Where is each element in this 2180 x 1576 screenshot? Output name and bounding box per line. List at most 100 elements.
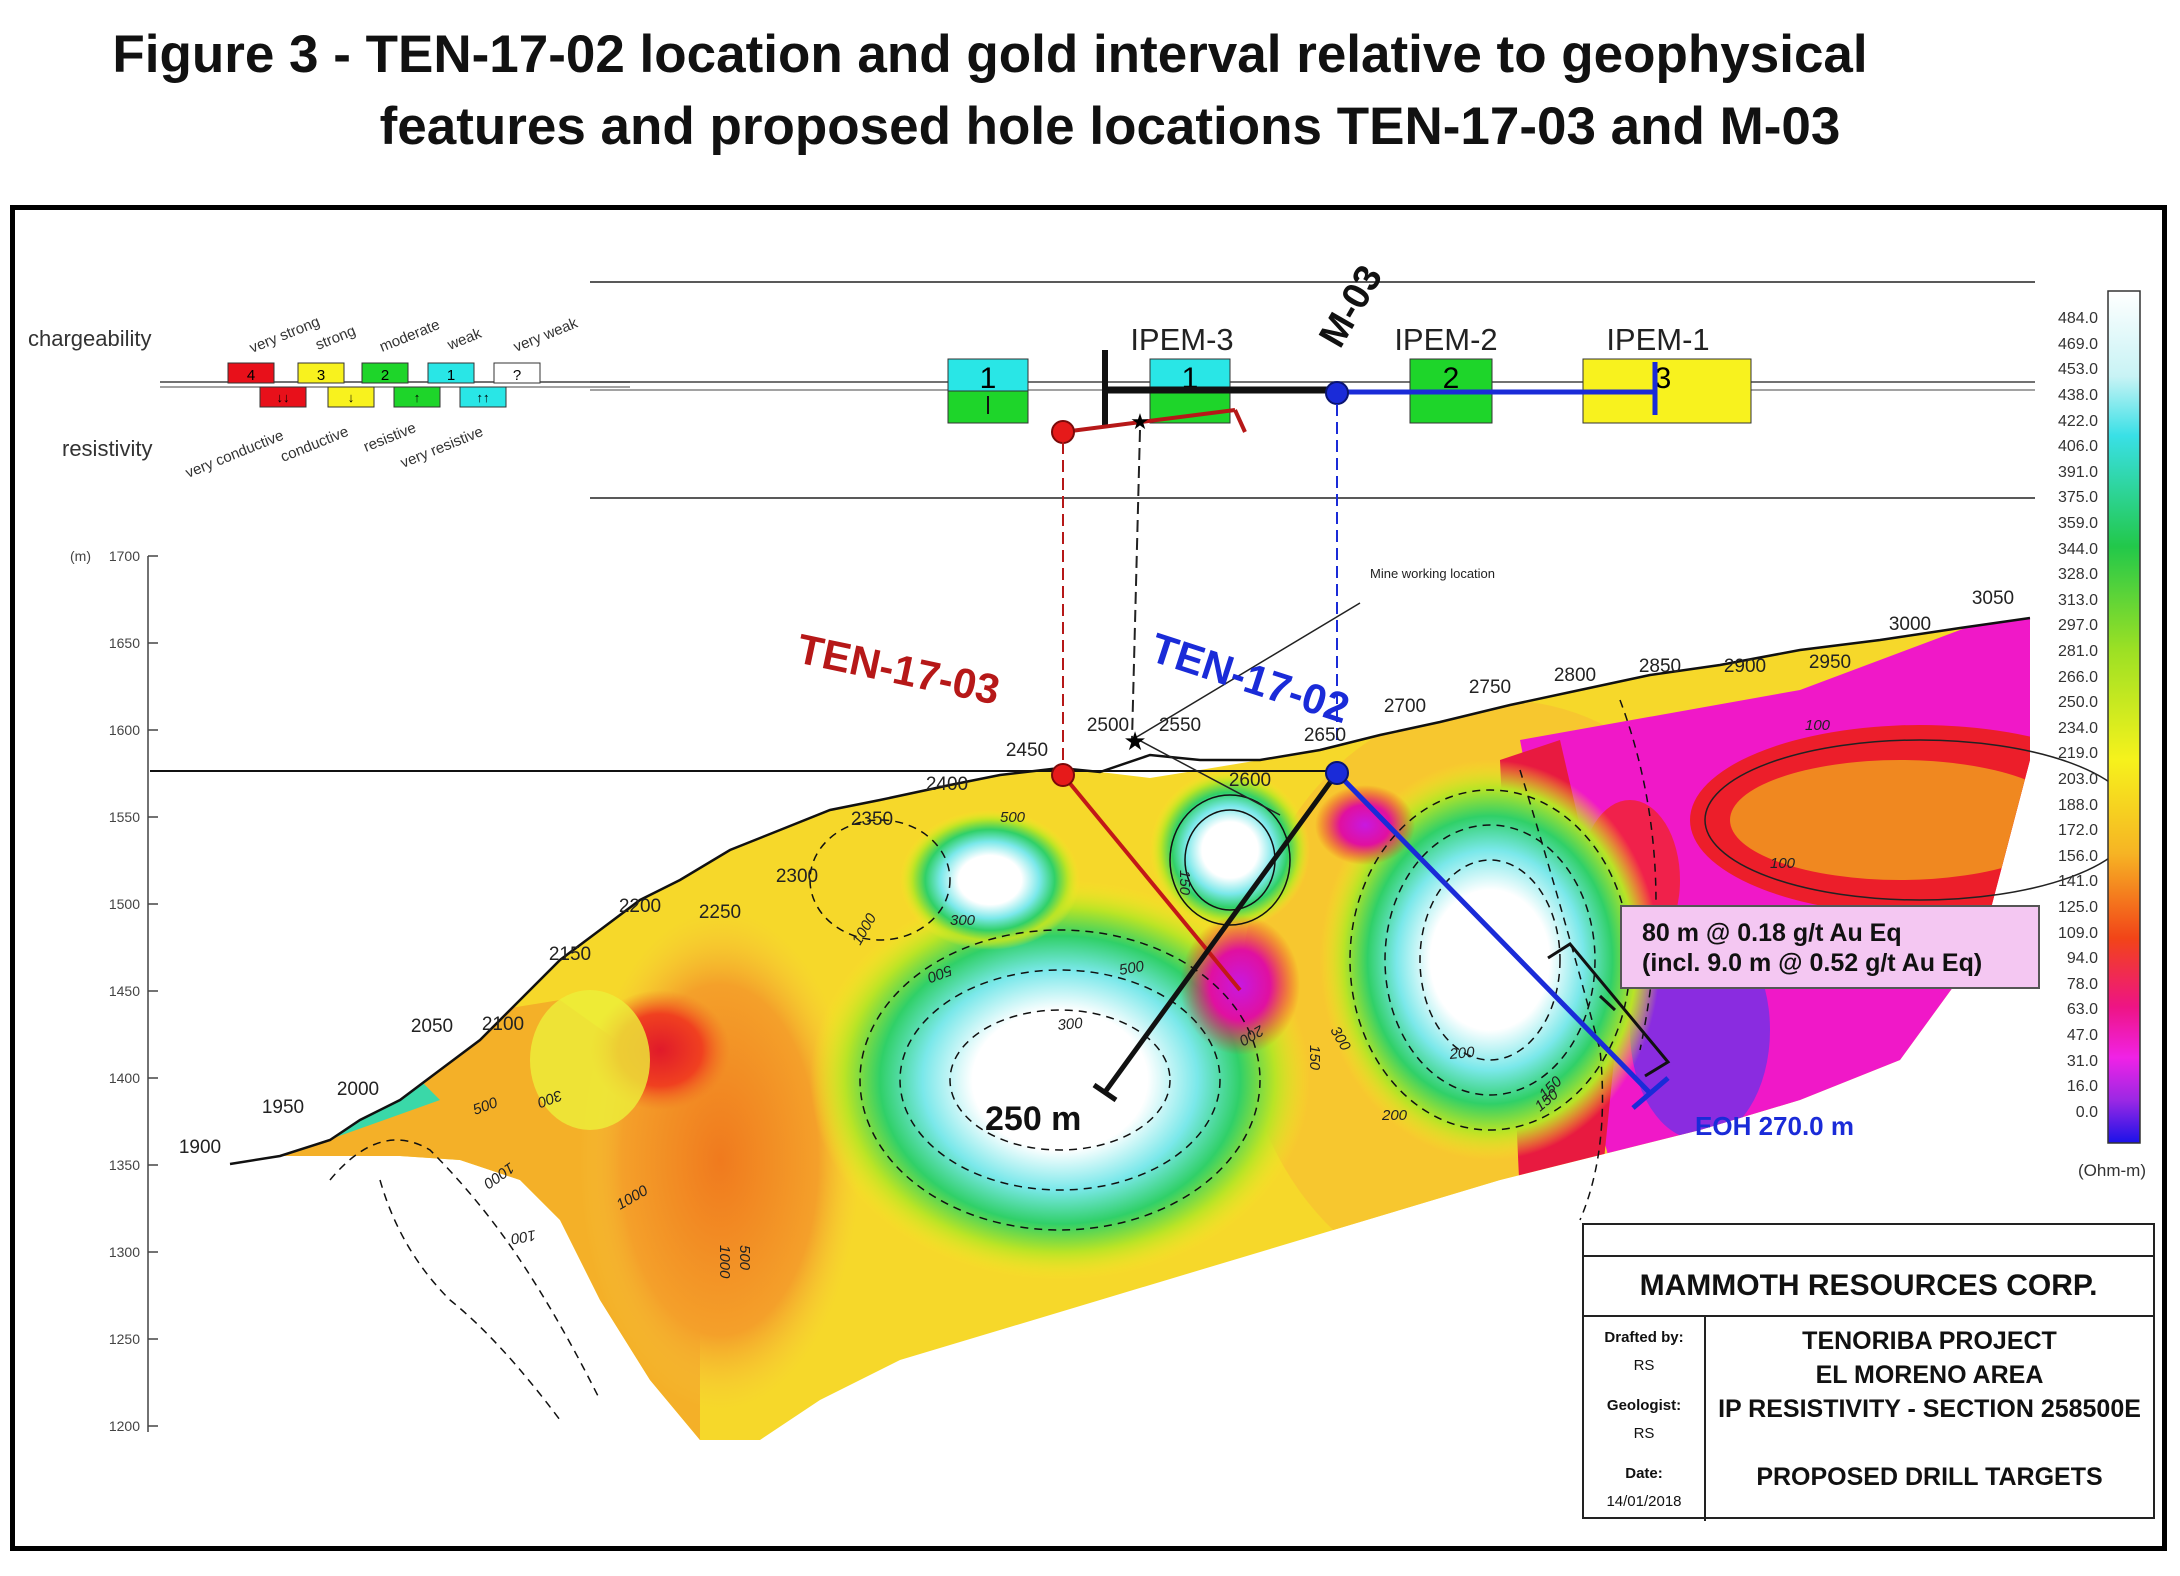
svg-text:47.0: 47.0 (2067, 1027, 2098, 1044)
elevation-unit: (m) (70, 548, 91, 564)
elev-tick-1600: 1600 (109, 722, 140, 738)
legend-value-4: 4 (247, 367, 255, 384)
date-label: Date: (1625, 1465, 1663, 1482)
svg-text:359.0: 359.0 (2058, 515, 2098, 532)
legend-text-conductive: conductive (278, 423, 351, 466)
ipem-box-value-a: 1 (980, 362, 997, 395)
elev-tick-1700: 1700 (109, 548, 140, 564)
station-2300: 2300 (776, 866, 818, 887)
station-2850: 2850 (1639, 656, 1681, 677)
svg-text:★: ★ (1123, 726, 1146, 756)
colorbar-unit: (Ohm-m) (2078, 1161, 2146, 1180)
drawing-subject: PROPOSED DRILL TARGETS (1756, 1463, 2103, 1491)
station-2200: 2200 (619, 896, 661, 917)
station-2800: 2800 (1554, 665, 1596, 686)
m03-collar-plan (1325, 381, 1349, 405)
svg-text:↑: ↑ (414, 390, 421, 405)
elev-tick-1650: 1650 (109, 635, 140, 651)
legend-text-weak: weak (444, 325, 484, 354)
station-2400: 2400 (926, 774, 968, 795)
svg-text:234.0: 234.0 (2058, 720, 2098, 737)
title-block-meta: Drafted by: RS Geologist: RS Date: 14/01… (1584, 1315, 1706, 1521)
chargeability-legend: chargeability resistivity 4 3 2 1 ? very… (28, 313, 581, 482)
ipem-3-label: IPEM-3 (1130, 322, 1233, 357)
svg-text:63.0: 63.0 (2067, 1001, 2098, 1018)
svg-text:422.0: 422.0 (2058, 413, 2098, 430)
geologist-label: Geologist: (1606, 1397, 1682, 1414)
elev-tick-1350: 1350 (109, 1157, 140, 1173)
gold-interval-callout: 80 m @ 0.18 g/t Au Eq (incl. 9.0 m @ 0.5… (1620, 905, 2040, 989)
legend-value-1: 1 (447, 367, 455, 384)
legend-value-2: 2 (381, 367, 389, 384)
svg-text:453.0: 453.0 (2058, 361, 2098, 378)
drafted-by-label: Drafted by: (1604, 1329, 1684, 1346)
station-2100: 2100 (482, 1014, 524, 1035)
ten-17-02-collar (1325, 761, 1349, 785)
ip-strip (160, 281, 2035, 499)
depth-250-label: 250 m (985, 1100, 1081, 1138)
interval-line-1: 80 m @ 0.18 g/t Au Eq (1642, 919, 1902, 947)
title-block: MAMMOTH RESOURCES CORP. Drafted by: RS G… (1582, 1223, 2155, 1521)
drafted-by-value: RS (1633, 1357, 1655, 1374)
svg-text:141.0: 141.0 (2058, 873, 2098, 890)
elev-tick-1550: 1550 (109, 809, 140, 825)
m03-label: M-03 (1311, 259, 1391, 355)
elev-tick-1400: 1400 (109, 1070, 140, 1086)
svg-text:172.0: 172.0 (2058, 822, 2098, 839)
legend-text-very-conductive: very conductive (183, 427, 286, 482)
legend-text-moderate: moderate (377, 316, 442, 356)
ipem-1-label: IPEM-1 (1606, 322, 1709, 357)
svg-text:300: 300 (1057, 1015, 1084, 1034)
ten-17-03-collar (1051, 763, 1075, 787)
station-2450: 2450 (1006, 740, 1048, 761)
svg-text:344.0: 344.0 (2058, 541, 2098, 558)
svg-text:100: 100 (1805, 717, 1831, 734)
station-2000: 2000 (337, 1079, 379, 1100)
mine-working-label: Mine working location (1370, 566, 1495, 581)
svg-text:109.0: 109.0 (2058, 925, 2098, 942)
ipem-2-label: IPEM-2 (1394, 322, 1497, 357)
area-name: EL MORENO AREA (1815, 1361, 2044, 1389)
svg-text:31.0: 31.0 (2067, 1053, 2098, 1070)
company-name: MAMMOTH RESOURCES CORP. (1584, 1255, 2153, 1317)
elev-tick-1450: 1450 (109, 983, 140, 999)
station-2050: 2050 (411, 1016, 453, 1037)
station-2750: 2750 (1469, 677, 1511, 698)
svg-text:328.0: 328.0 (2058, 566, 2098, 583)
station-2900: 2900 (1724, 656, 1766, 677)
svg-text:150: 150 (1176, 870, 1193, 896)
section-name: IP RESISTIVITY - SECTION 258500E (1718, 1395, 2141, 1423)
svg-text:0.0: 0.0 (2076, 1104, 2098, 1121)
station-2250: 2250 (699, 902, 741, 923)
svg-text:94.0: 94.0 (2067, 950, 2098, 967)
project-name: TENORIBA PROJECT (1802, 1327, 2057, 1355)
station-3000: 3000 (1889, 614, 1931, 635)
station-2600: 2600 (1229, 770, 1271, 791)
svg-text:375.0: 375.0 (2058, 489, 2098, 506)
svg-text:1000: 1000 (716, 1245, 733, 1279)
svg-text:78.0: 78.0 (2067, 976, 2098, 993)
station-2700: 2700 (1384, 696, 1426, 717)
svg-text:188.0: 188.0 (2058, 797, 2098, 814)
legend-value-unknown: ? (513, 367, 521, 384)
legend-text-very-weak: very weak (511, 314, 580, 355)
station-2350: 2350 (851, 809, 893, 830)
svg-text:200: 200 (1448, 1044, 1476, 1063)
svg-text:100: 100 (1770, 855, 1796, 872)
svg-text:↑↑: ↑↑ (477, 390, 490, 405)
svg-text:500: 500 (736, 1245, 753, 1271)
resistivity-label: resistivity (62, 436, 152, 461)
svg-text:125.0: 125.0 (2058, 899, 2098, 916)
resistivity-colorbar: 484.0 469.0 453.0 438.0 422.0 406.0 391.… (2058, 290, 2146, 1180)
svg-text:219.0: 219.0 (2058, 745, 2098, 762)
svg-text:156.0: 156.0 (2058, 848, 2098, 865)
svg-text:16.0: 16.0 (2067, 1078, 2098, 1095)
svg-text:150: 150 (1306, 1045, 1323, 1071)
svg-text:300: 300 (950, 912, 976, 929)
date-value: 14/01/2018 (1606, 1493, 1682, 1510)
elev-tick-1300: 1300 (109, 1244, 140, 1260)
svg-text:281.0: 281.0 (2058, 643, 2098, 660)
elev-tick-1250: 1250 (109, 1331, 140, 1347)
svg-text:266.0: 266.0 (2058, 669, 2098, 686)
svg-text:313.0: 313.0 (2058, 592, 2098, 609)
